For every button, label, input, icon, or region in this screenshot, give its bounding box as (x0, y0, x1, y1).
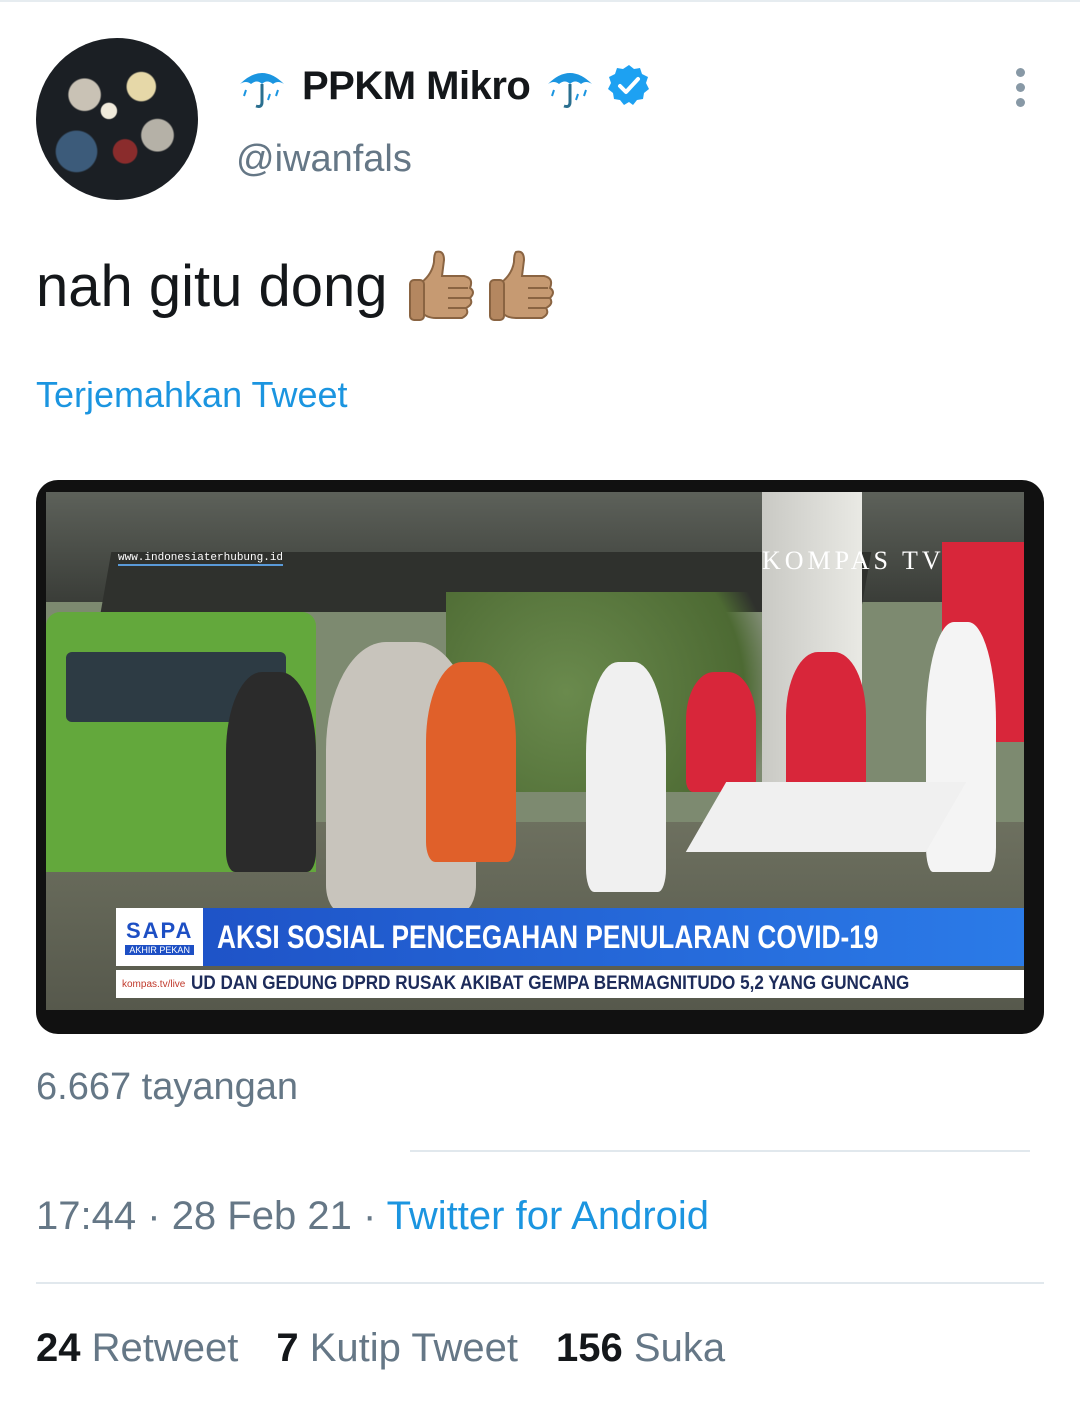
view-count: 6.667 tayangan (36, 1066, 299, 1108)
meta-separator: · (362, 1194, 377, 1238)
top-divider (0, 0, 1080, 2)
tweet-date[interactable]: 28 Feb 21 (172, 1194, 352, 1238)
umbrella-rain-icon (240, 73, 284, 108)
likes-label: Suka (633, 1326, 726, 1370)
ticker-brand: kompas.tv/live (122, 978, 186, 990)
program-logo: SAPA AKHIR PEKAN (116, 908, 204, 966)
thumbs-up-medium-skin-icon (488, 250, 554, 321)
news-lower-third: SAPA AKHIR PEKAN AKSI SOSIAL PENCEGAHAN … (116, 908, 1024, 966)
author-handle[interactable]: @iwanfals (236, 138, 412, 181)
video-watermark-url: www.indonesiaterhubung.id (118, 552, 284, 566)
scene-person (926, 622, 996, 872)
ticker-text: UD DAN GEDUNG DPRD RUSAK AKIBAT GEMPA BE… (191, 973, 910, 994)
likes-stat[interactable]: 156 Suka (556, 1326, 725, 1371)
translate-tweet-link[interactable]: Terjemahkan Tweet (36, 374, 348, 416)
video-player[interactable]: www.indonesiaterhubung.id KOMPAS TV SAPA… (36, 480, 1044, 1034)
engagement-stats: 24 Retweet 7 Kutip Tweet 156 Suka (36, 1326, 725, 1371)
author-name-row[interactable]: PPKM Mikro (236, 58, 652, 114)
video-frame: www.indonesiaterhubung.id KOMPAS TV SAPA… (46, 492, 1024, 1010)
umbrella-rain-icon (548, 73, 593, 108)
scene-person (586, 662, 666, 892)
scene-table (685, 782, 967, 852)
tweet-time[interactable]: 17:44 (36, 1194, 136, 1238)
quotes-count: 7 (276, 1326, 299, 1370)
quotes-stat[interactable]: 7 Kutip Tweet (276, 1326, 518, 1371)
news-ticker: kompas.tv/live UD DAN GEDUNG DPRD RUSAK … (116, 970, 1024, 998)
channel-logo: KOMPAS TV (762, 546, 945, 575)
program-sub: AKHIR PEKAN (125, 944, 194, 955)
divider (410, 1150, 1030, 1152)
thumbs-up-medium-skin-icon (408, 250, 474, 321)
avatar[interactable] (36, 38, 198, 200)
tweet-text-content: nah gitu dong (36, 253, 388, 319)
quotes-label: Kutip Tweet (309, 1326, 519, 1370)
program-name: SAPA (125, 917, 194, 943)
retweets-label: Retweet (91, 1326, 239, 1370)
meta-separator: · (147, 1194, 161, 1238)
more-vertical-icon[interactable] (1010, 68, 1030, 108)
tweet-source-link[interactable]: Twitter for Android (387, 1194, 709, 1238)
retweets-stat[interactable]: 24 Retweet (36, 1326, 238, 1371)
scene-person (226, 672, 316, 872)
scene-person (686, 672, 756, 792)
tweet-text: nah gitu dong (36, 248, 558, 324)
verified-badge-icon (608, 65, 650, 105)
retweets-count: 24 (36, 1326, 81, 1370)
scene-person (426, 662, 516, 862)
display-name[interactable]: PPKM Mikro (302, 64, 531, 109)
tweet-meta: 17:44 · 28 Feb 21 · Twitter for Android (36, 1194, 709, 1239)
divider (36, 1282, 1044, 1284)
news-headline: AKSI SOSIAL PENCEGAHAN PENULARAN COVID-1… (217, 918, 879, 955)
likes-count: 156 (556, 1326, 623, 1370)
